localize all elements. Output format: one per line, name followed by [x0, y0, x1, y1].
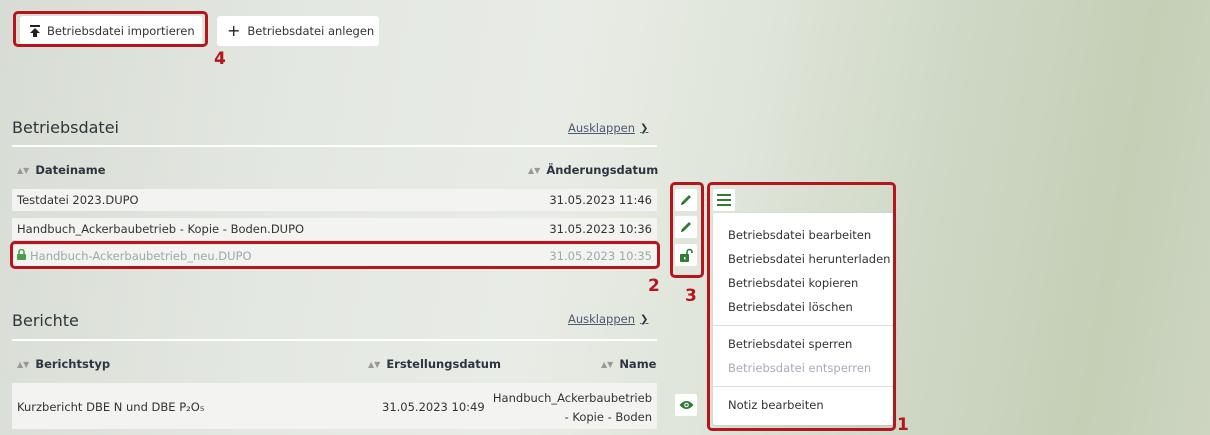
plus-icon: +: [227, 21, 241, 40]
create-betriebsdatei-button[interactable]: + Betriebsdatei anlegen: [217, 16, 379, 46]
create-label: Betriebsdatei anlegen: [247, 24, 375, 38]
sort-icon: ▲▼: [601, 359, 614, 369]
divider: [12, 145, 657, 147]
expand-label: Ausklappen: [568, 121, 636, 135]
annotation-number-1: 1: [897, 415, 909, 435]
report-created: 31.05.2023 10:49: [382, 400, 485, 414]
report-type: Kurzbericht DBE N und DBE P₂O₅: [17, 400, 205, 414]
eye-icon: [679, 401, 693, 409]
sort-icon: ▲▼: [17, 359, 30, 369]
divider: [12, 339, 657, 341]
chevron-down-icon: ❯: [640, 313, 649, 325]
berichte-expand-link[interactable]: Ausklappen ❯: [568, 312, 648, 326]
annotation-number-3: 3: [685, 286, 697, 306]
view-report-button[interactable]: [675, 394, 697, 416]
column-header-changed[interactable]: ▲▼ Änderungsdatum: [528, 163, 658, 177]
sort-icon: ▲▼: [528, 165, 541, 175]
column-header-created[interactable]: ▲▼ Erstellungsdatum: [368, 357, 501, 371]
table-row[interactable]: Testdatei 2023.DUPO 31.05.2023 11:46: [12, 189, 657, 211]
column-header-report-type[interactable]: ▲▼ Berichtstyp: [17, 357, 110, 371]
changed-date: 31.05.2023 10:36: [549, 222, 652, 236]
changed-date: 31.05.2023 11:46: [549, 193, 652, 207]
report-name-line1: Handbuch_Ackerbaubetrieb: [492, 391, 652, 405]
betriebsdatei-title: Betriebsdatei: [12, 118, 119, 137]
annotation-box-4: [13, 11, 208, 47]
expand-label: Ausklappen: [568, 312, 636, 326]
table-row[interactable]: Kurzbericht DBE N und DBE P₂O₅ 31.05.202…: [12, 383, 657, 429]
annotation-box-1: [707, 182, 896, 431]
column-header-name[interactable]: ▲▼ Name: [601, 357, 656, 371]
annotation-number-4: 4: [214, 49, 226, 69]
filename: Handbuch_Ackerbaubetrieb - Kopie - Boden…: [17, 222, 305, 236]
annotation-box-2: [10, 241, 660, 269]
annotation-box-3: [670, 182, 704, 278]
column-header-filename[interactable]: ▲▼ Dateiname: [17, 163, 106, 177]
sort-icon: ▲▼: [368, 359, 381, 369]
filename: Testdatei 2023.DUPO: [17, 193, 139, 207]
annotation-number-2: 2: [648, 276, 660, 296]
sort-icon: ▲▼: [17, 165, 30, 175]
report-name-line2: - Kopie - Boden: [564, 410, 652, 424]
chevron-down-icon: ❯: [640, 122, 649, 134]
betriebsdatei-expand-link[interactable]: Ausklappen ❯: [568, 121, 648, 135]
table-row[interactable]: Handbuch_Ackerbaubetrieb - Kopie - Boden…: [12, 218, 657, 240]
berichte-title: Berichte: [12, 311, 79, 330]
